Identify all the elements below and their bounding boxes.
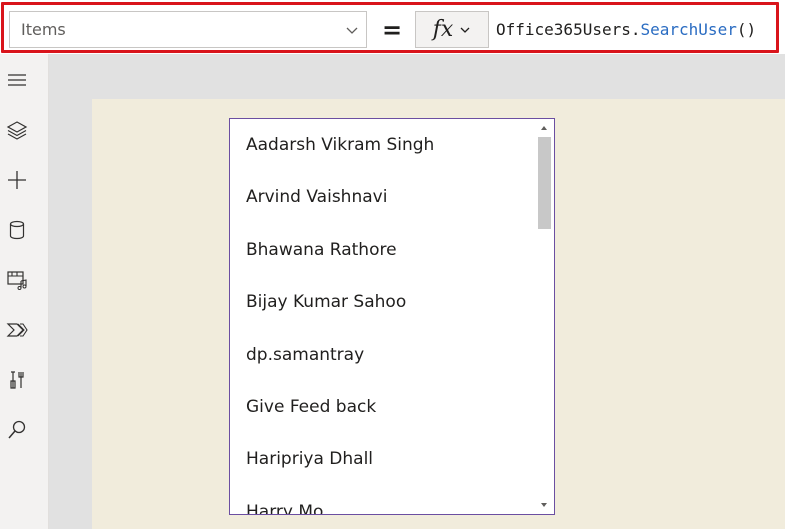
gallery-item[interactable]: Arvind Vaishnavi xyxy=(246,187,387,213)
property-value: Items xyxy=(21,20,66,39)
data-cylinder-icon[interactable] xyxy=(4,217,30,243)
fx-button[interactable]: fx xyxy=(415,11,489,48)
advanced-tools-icon[interactable] xyxy=(4,367,30,393)
formula-input[interactable]: Office365Users. SearchUser() xyxy=(489,11,776,48)
insert-plus-icon[interactable] xyxy=(4,167,30,193)
formula-function: SearchUser xyxy=(640,20,737,39)
formula-object: Office365Users. xyxy=(496,20,641,39)
gallery-item[interactable]: Harry Mo xyxy=(246,502,323,514)
left-rail xyxy=(0,54,49,529)
chevron-down-icon xyxy=(460,27,470,33)
formula-parens: () xyxy=(736,20,757,39)
power-automate-icon[interactable] xyxy=(4,317,30,343)
gallery-item[interactable]: Bhawana Rathore xyxy=(246,240,397,266)
equals-sign: = xyxy=(381,15,403,44)
fx-label: fx xyxy=(432,16,454,42)
users-gallery[interactable]: Aadarsh Vikram Singh Arvind Vaishnavi Bh… xyxy=(229,118,555,515)
media-icon[interactable] xyxy=(4,267,30,293)
property-dropdown[interactable]: Items xyxy=(9,11,367,48)
scroll-thumb[interactable] xyxy=(538,137,551,229)
layers-icon[interactable] xyxy=(4,117,30,143)
gallery-item[interactable]: dp.samantray xyxy=(246,345,364,371)
app-screen: Aadarsh Vikram Singh Arvind Vaishnavi Bh… xyxy=(92,99,785,529)
scroll-down-arrow-icon[interactable] xyxy=(538,499,550,511)
gallery-item[interactable]: Give Feed back xyxy=(246,397,376,423)
search-icon[interactable] xyxy=(4,417,30,443)
formula-bar: Items = fx Office365Users. SearchUser() xyxy=(0,0,785,54)
gallery-item[interactable]: Bijay Kumar Sahoo xyxy=(246,292,406,318)
gallery-item[interactable]: Haripriya Dhall xyxy=(246,449,373,475)
canvas-area: Aadarsh Vikram Singh Arvind Vaishnavi Bh… xyxy=(49,54,785,529)
gallery-item[interactable]: Aadarsh Vikram Singh xyxy=(246,135,434,161)
chevron-down-icon xyxy=(346,27,358,34)
hamburger-menu-icon[interactable] xyxy=(4,67,30,93)
gallery-scrollbar[interactable] xyxy=(535,119,554,514)
scroll-up-arrow-icon[interactable] xyxy=(538,122,550,134)
